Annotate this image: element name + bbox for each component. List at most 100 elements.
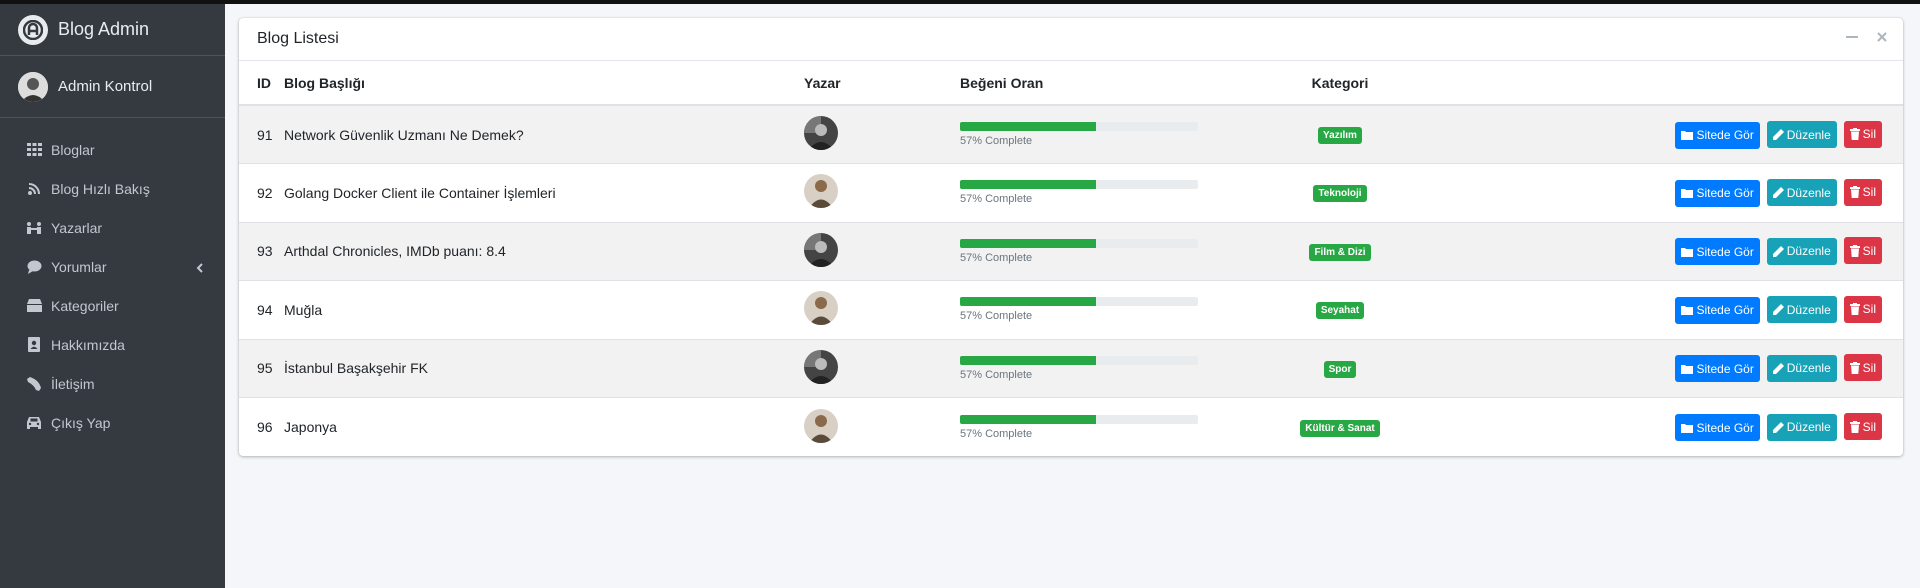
view-on-site-button[interactable]: Sitede Gör: [1675, 296, 1760, 324]
edit-button[interactable]: Düzenle: [1766, 121, 1837, 148]
brand-logo-icon: [18, 14, 48, 45]
table-row: 93 Arthdal Chronicles, IMDb puanı: 8.4 5…: [239, 221, 1903, 281]
folder-icon: [1681, 306, 1694, 316]
category-badge: Seyahat: [1315, 302, 1365, 320]
column-header-author: Yazar: [804, 61, 960, 106]
trash-icon: [1849, 361, 1860, 374]
delete-label: Sil: [1862, 360, 1876, 375]
edit-label: Düzenle: [1786, 127, 1831, 142]
rating-progress-text: 57% Complete: [960, 427, 1033, 440]
user-panel[interactable]: Admin Kontrol: [0, 56, 225, 118]
delete-button[interactable]: Sil: [1843, 120, 1882, 148]
trash-icon: [1849, 186, 1860, 199]
car-icon: [26, 415, 42, 431]
folder-icon: [1681, 364, 1694, 374]
view-on-site-button[interactable]: Sitede Gör: [1675, 355, 1760, 383]
sidebar-item-label: Bloglar: [51, 141, 95, 158]
delete-button[interactable]: Sil: [1843, 354, 1882, 382]
rating-progress: [960, 355, 1198, 365]
cell-id: 92: [239, 163, 284, 222]
cell-id: 95: [239, 338, 284, 398]
rating-progress-text: 57% Complete: [960, 251, 1033, 264]
delete-button[interactable]: Sil: [1843, 178, 1882, 206]
main-content: Blog Listesi ID Blog Başlığı Yazar Beğen…: [225, 4, 1920, 588]
box-icon: [26, 298, 42, 314]
card-header: Blog Listesi: [239, 18, 1903, 61]
brand-link[interactable]: Blog Admin: [0, 4, 225, 56]
sidebar-item-label: Yazarlar: [51, 219, 103, 236]
column-header-id: ID: [239, 61, 284, 106]
close-icon[interactable]: [1875, 30, 1889, 44]
cell-id: 94: [239, 280, 284, 339]
pencil-icon: [1772, 304, 1784, 316]
delete-button[interactable]: Sil: [1843, 237, 1882, 265]
comment-icon: [26, 259, 42, 275]
rating-progress: [960, 414, 1198, 424]
rating-progress-bar: [960, 414, 1096, 424]
view-on-site-button[interactable]: Sitede Gör: [1675, 121, 1760, 149]
view-on-site-button[interactable]: Sitede Gör: [1675, 238, 1760, 266]
rating-progress-bar: [960, 297, 1096, 307]
view-on-site-button[interactable]: Sitede Gör: [1675, 414, 1760, 441]
sidebar-item-yazarlar[interactable]: Yazarlar: [0, 208, 225, 247]
edit-button[interactable]: Düzenle: [1766, 179, 1837, 207]
view-on-site-label: Sitede Gör: [1696, 420, 1754, 435]
rating-progress-bar: [960, 180, 1096, 190]
delete-label: Sil: [1862, 127, 1876, 141]
edit-label: Düzenle: [1786, 185, 1831, 200]
view-on-site-label: Sitede Gör: [1696, 361, 1754, 376]
cell-title: Japonya: [284, 397, 804, 456]
rating-progress-bar: [960, 355, 1096, 365]
author-avatar: [804, 408, 838, 443]
card-tools: [1845, 30, 1889, 44]
phone-icon: [26, 376, 42, 392]
rating-progress: [960, 297, 1198, 307]
brand-text: Blog Admin: [58, 19, 150, 39]
edit-button[interactable]: Düzenle: [1766, 354, 1837, 382]
pencil-icon: [1772, 362, 1784, 374]
pencil-icon: [1772, 245, 1784, 257]
trash-icon: [1849, 420, 1860, 433]
category-badge: Film & Dizi: [1309, 243, 1371, 261]
rating-progress-text: 57% Complete: [960, 368, 1033, 381]
author-avatar: [804, 349, 838, 384]
delete-button[interactable]: Sil: [1843, 295, 1882, 323]
sidebar-item-cikis-yap[interactable]: Çıkış Yap: [0, 403, 225, 442]
column-header-rating: Beğeni Oran: [960, 61, 1260, 106]
column-header-title: Blog Başlığı: [284, 61, 804, 106]
edit-button[interactable]: Düzenle: [1766, 237, 1837, 265]
blog-table: ID Blog Başlığı Yazar Beğeni Oran Katego…: [239, 61, 1903, 456]
view-on-site-label: Sitede Gör: [1696, 244, 1754, 259]
rating-progress-text: 57% Complete: [960, 193, 1033, 206]
grid-icon: [26, 142, 42, 158]
table-row: 94 Muğla 57% Complete Seyahat Sitede Gör…: [239, 280, 1903, 339]
sidebar-item-hakkimizda[interactable]: Hakkımızda: [0, 325, 225, 364]
card-title: Blog Listesi: [257, 30, 339, 47]
sidebar-item-bloglar[interactable]: Bloglar: [0, 130, 225, 169]
edit-button[interactable]: Düzenle: [1766, 296, 1837, 324]
rating-progress-text: 57% Complete: [960, 310, 1033, 323]
view-on-site-button[interactable]: Sitede Gör: [1675, 179, 1760, 207]
view-on-site-label: Sitede Gör: [1696, 186, 1754, 201]
delete-label: Sil: [1862, 302, 1876, 317]
sidebar-item-blog-hizli-bakis[interactable]: Blog Hızlı Bakış: [0, 169, 225, 208]
category-badge: Spor: [1323, 360, 1357, 378]
rating-progress-text: 57% Complete: [960, 135, 1033, 147]
cell-title: Muğla: [284, 280, 804, 339]
pencil-icon: [1772, 129, 1784, 140]
sidebar-item-iletisim[interactable]: İletişim: [0, 364, 225, 403]
blog-icon: [26, 181, 42, 197]
chevron-left-icon: [196, 260, 203, 276]
users-icon: [26, 220, 42, 236]
sidebar-item-yorumlar[interactable]: Yorumlar: [0, 247, 225, 286]
column-header-category: Kategori: [1260, 61, 1420, 106]
delete-button[interactable]: Sil: [1843, 413, 1882, 440]
blog-list-card: Blog Listesi ID Blog Başlığı Yazar Beğen…: [239, 18, 1903, 456]
trash-icon: [1849, 128, 1860, 140]
sidebar-nav: Bloglar Blog Hızlı Bakış Yazarlar Yoruml…: [0, 118, 225, 442]
edit-button[interactable]: Düzenle: [1766, 413, 1837, 441]
sidebar-item-label: İletişim: [51, 375, 95, 392]
sidebar: Blog Admin Admin Kontrol Bloglar Blog Hı…: [0, 4, 225, 588]
sidebar-item-kategoriler[interactable]: Kategoriler: [0, 286, 225, 325]
minimize-icon[interactable]: [1845, 30, 1859, 44]
